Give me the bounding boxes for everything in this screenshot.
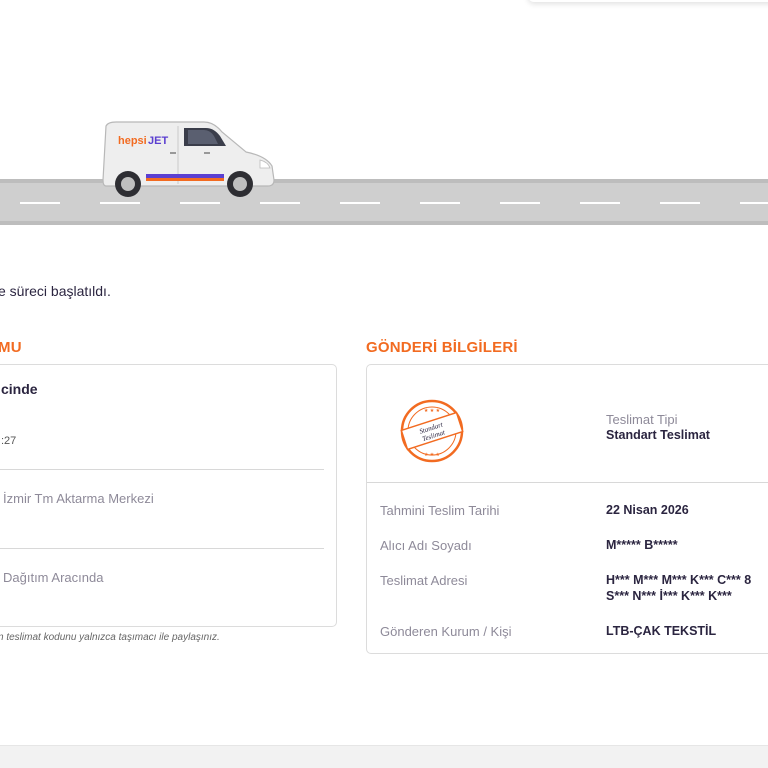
svg-text:★ ★ ★: ★ ★ ★ <box>424 408 441 414</box>
floating-card-edge <box>528 0 768 2</box>
current-status-time: :27 <box>1 435 17 447</box>
estimated-delivery-value: 22 Nisan 2026 <box>606 503 689 517</box>
sender-label: Gönderen Kurum / Kişi <box>380 624 512 639</box>
page: hepsi JET e süreci başlatıldı. MU cinde … <box>0 0 768 768</box>
footer-bar <box>0 745 768 768</box>
shipment-info-panel: Standart Teslimat ★ ★ ★ ★ ★ ★ Teslimat T… <box>366 364 768 654</box>
delivery-type-value: Standart Teslimat <box>606 428 710 442</box>
svg-text:★ ★ ★: ★ ★ ★ <box>424 452 441 458</box>
delivery-address-label: Teslimat Adresi <box>380 573 468 588</box>
sender-value: LTB-ÇAK TEKSTİL <box>606 624 717 638</box>
history-item: Dağıtım Aracında <box>3 570 104 585</box>
divider <box>0 548 324 549</box>
delivery-van-icon: hepsi JET <box>102 121 275 197</box>
tracking-section-title: MU <box>0 339 22 356</box>
van-brand-part1: hepsi <box>118 135 147 147</box>
divider <box>367 482 768 483</box>
van-brand-part2: JET <box>148 135 168 147</box>
delivery-address-value-line2: S*** N*** İ*** K*** K*** <box>606 589 732 603</box>
delivery-type-label: Teslimat Tipi <box>606 412 678 427</box>
tracking-panel: cinde :27 İzmir Tm Aktarma Merkezi Dağıt… <box>0 364 337 627</box>
delivery-address-value: H*** M*** M*** K*** C*** 8 <box>606 573 752 587</box>
current-status: cinde <box>1 381 38 397</box>
shipment-section-title: GÖNDERİ BİLGİLERİ <box>366 339 518 356</box>
recipient-name-label: Alıcı Adı Soyadı <box>380 538 472 553</box>
standart-teslimat-stamp-icon: Standart Teslimat ★ ★ ★ ★ ★ ★ <box>400 399 464 463</box>
divider <box>0 469 324 470</box>
delivery-code-note: n teslimat kodunu yalnızca taşımacı ile … <box>0 632 220 643</box>
recipient-name-value: M***** B***** <box>606 538 678 552</box>
status-message: e süreci başlatıldı. <box>0 283 111 299</box>
estimated-delivery-label: Tahmini Teslim Tarihi <box>380 503 500 518</box>
history-item: İzmir Tm Aktarma Merkezi <box>3 491 154 506</box>
